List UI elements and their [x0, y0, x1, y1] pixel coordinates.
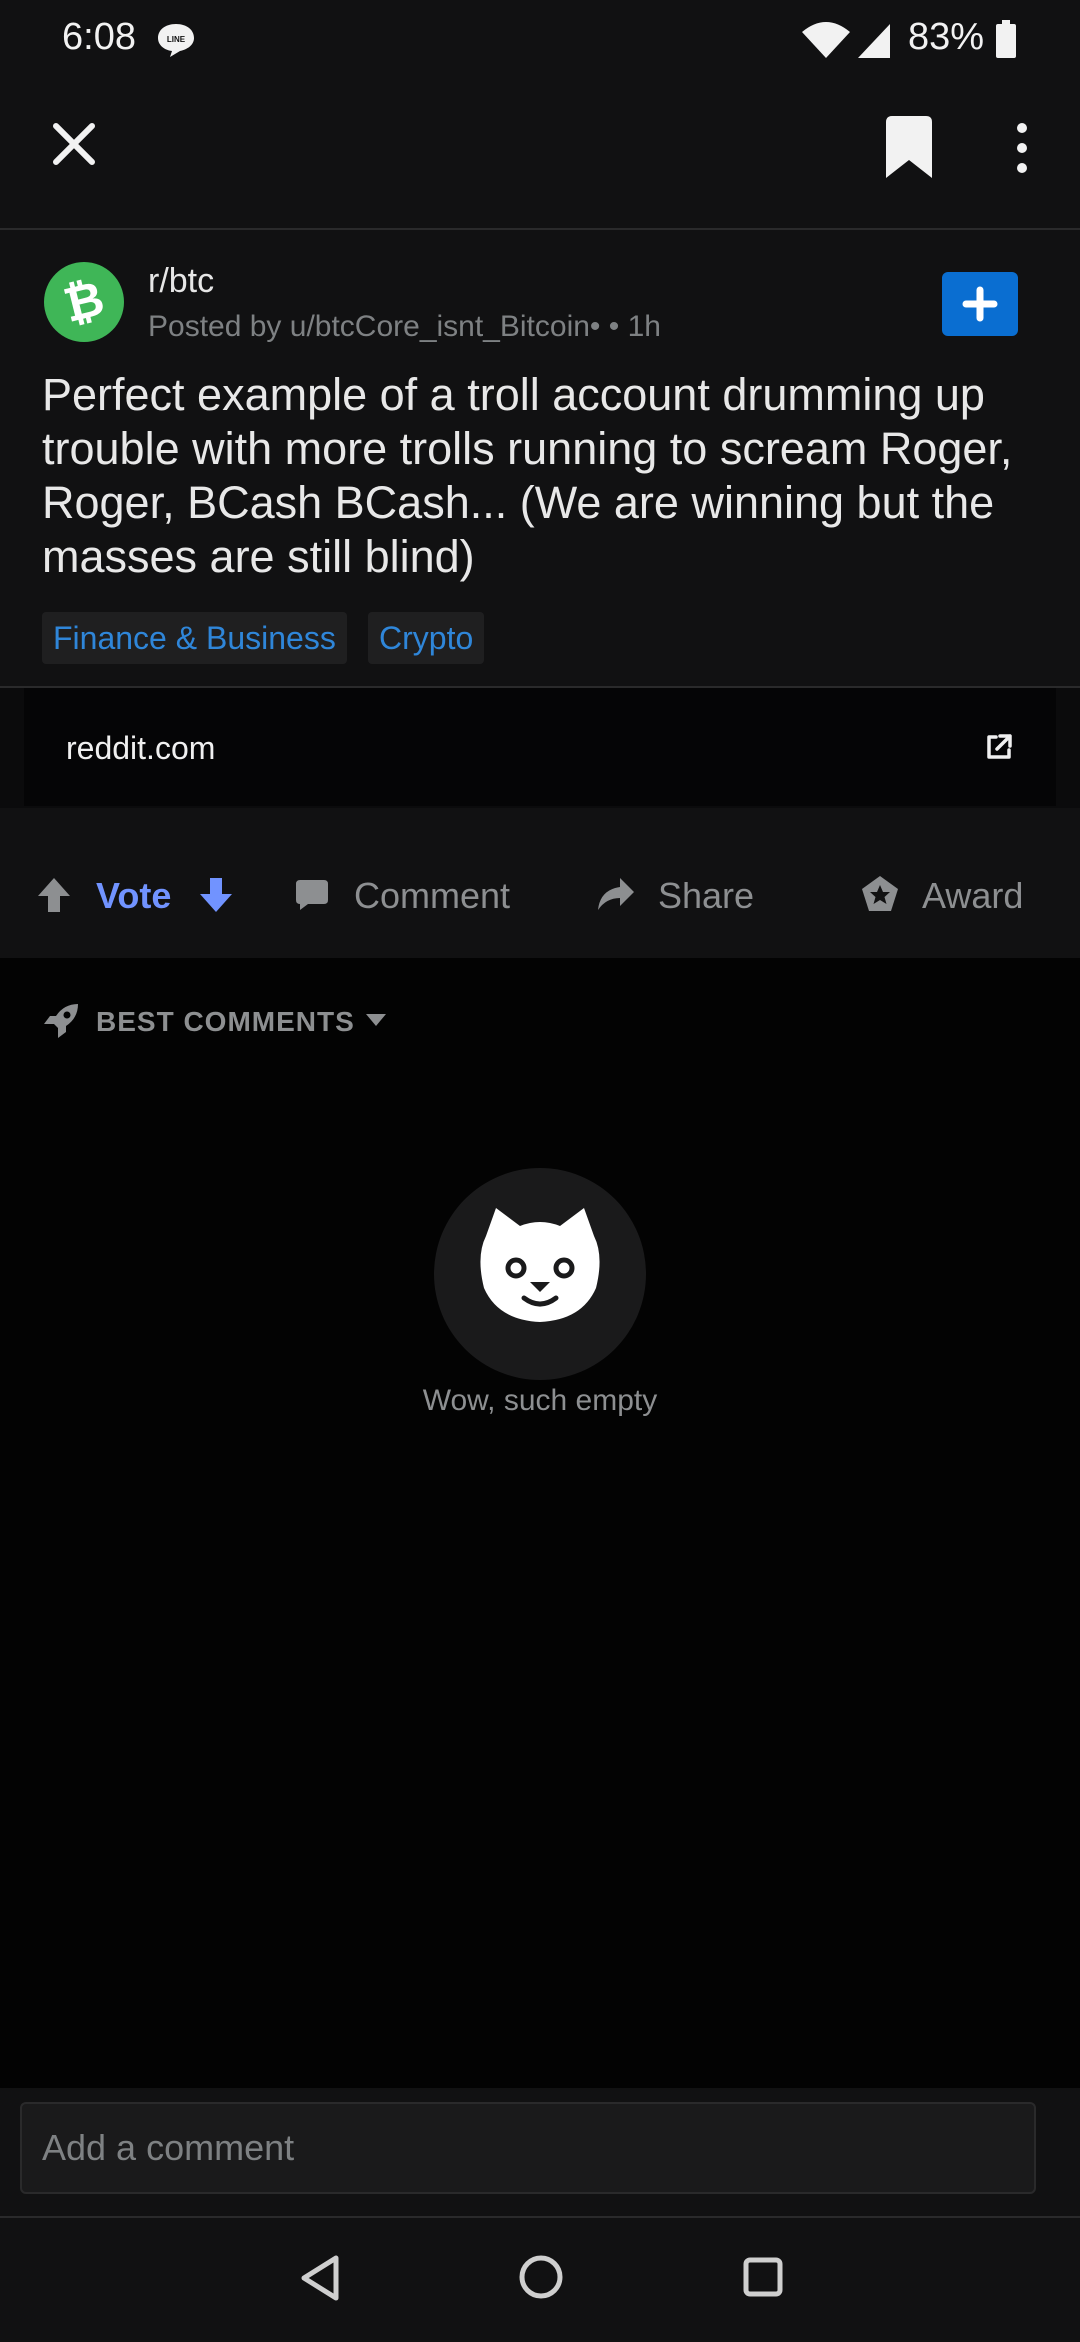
line-app-icon: LINE: [158, 24, 194, 57]
battery-percent: 83%: [908, 16, 985, 58]
bitcoin-icon: ₿: [58, 270, 110, 334]
home-icon[interactable]: [518, 2254, 564, 2300]
rocket-icon[interactable]: [42, 1000, 82, 1040]
signal-icon: [858, 24, 890, 58]
award-button[interactable]: Award: [922, 875, 1023, 917]
bookmark-icon[interactable]: [876, 112, 942, 182]
share-icon[interactable]: [596, 876, 636, 914]
subreddit-name[interactable]: r/btc: [148, 262, 214, 301]
join-subreddit-button[interactable]: [942, 272, 1018, 336]
add-comment-input[interactable]: [20, 2102, 1036, 2194]
external-link-icon[interactable]: [984, 732, 1014, 762]
battery-icon: [996, 20, 1016, 58]
flair-crypto[interactable]: Crypto: [368, 612, 485, 664]
link-domain[interactable]: reddit.com: [66, 730, 215, 767]
vote-label: Vote: [96, 875, 172, 916]
more-vertical-icon[interactable]: [1000, 112, 1044, 182]
chevron-down-icon[interactable]: [364, 1012, 388, 1028]
post-title: Perfect example of a troll account drumm…: [42, 369, 1013, 582]
recent-apps-icon[interactable]: [742, 2256, 784, 2298]
flair-finance-business[interactable]: Finance & Business: [42, 612, 347, 664]
svg-text:LINE: LINE: [167, 35, 186, 44]
status-time: 6:08: [62, 16, 136, 58]
post-meta[interactable]: Posted by u/btcCore_isnt_Bitcoin• • 1h: [148, 310, 661, 344]
subreddit-avatar[interactable]: ₿: [44, 262, 124, 342]
doge-icon: [480, 1208, 600, 1322]
comment-button[interactable]: Comment: [354, 875, 510, 917]
wifi-icon: [802, 22, 850, 58]
award-icon[interactable]: [860, 874, 900, 914]
empty-state-message: Wow, such empty: [422, 1384, 658, 1417]
close-icon[interactable]: [40, 110, 108, 178]
downvote-icon[interactable]: [198, 876, 234, 914]
back-icon[interactable]: [298, 2254, 342, 2302]
share-button[interactable]: Share: [658, 875, 754, 917]
empty-state-illustration: [434, 1168, 646, 1380]
svg-text:₿: ₿: [58, 270, 110, 334]
comment-sort-label[interactable]: BEST COMMENTS: [96, 1006, 355, 1038]
upvote-icon[interactable]: [36, 876, 72, 914]
comment-icon[interactable]: [294, 876, 330, 912]
plus-icon: [962, 286, 998, 322]
